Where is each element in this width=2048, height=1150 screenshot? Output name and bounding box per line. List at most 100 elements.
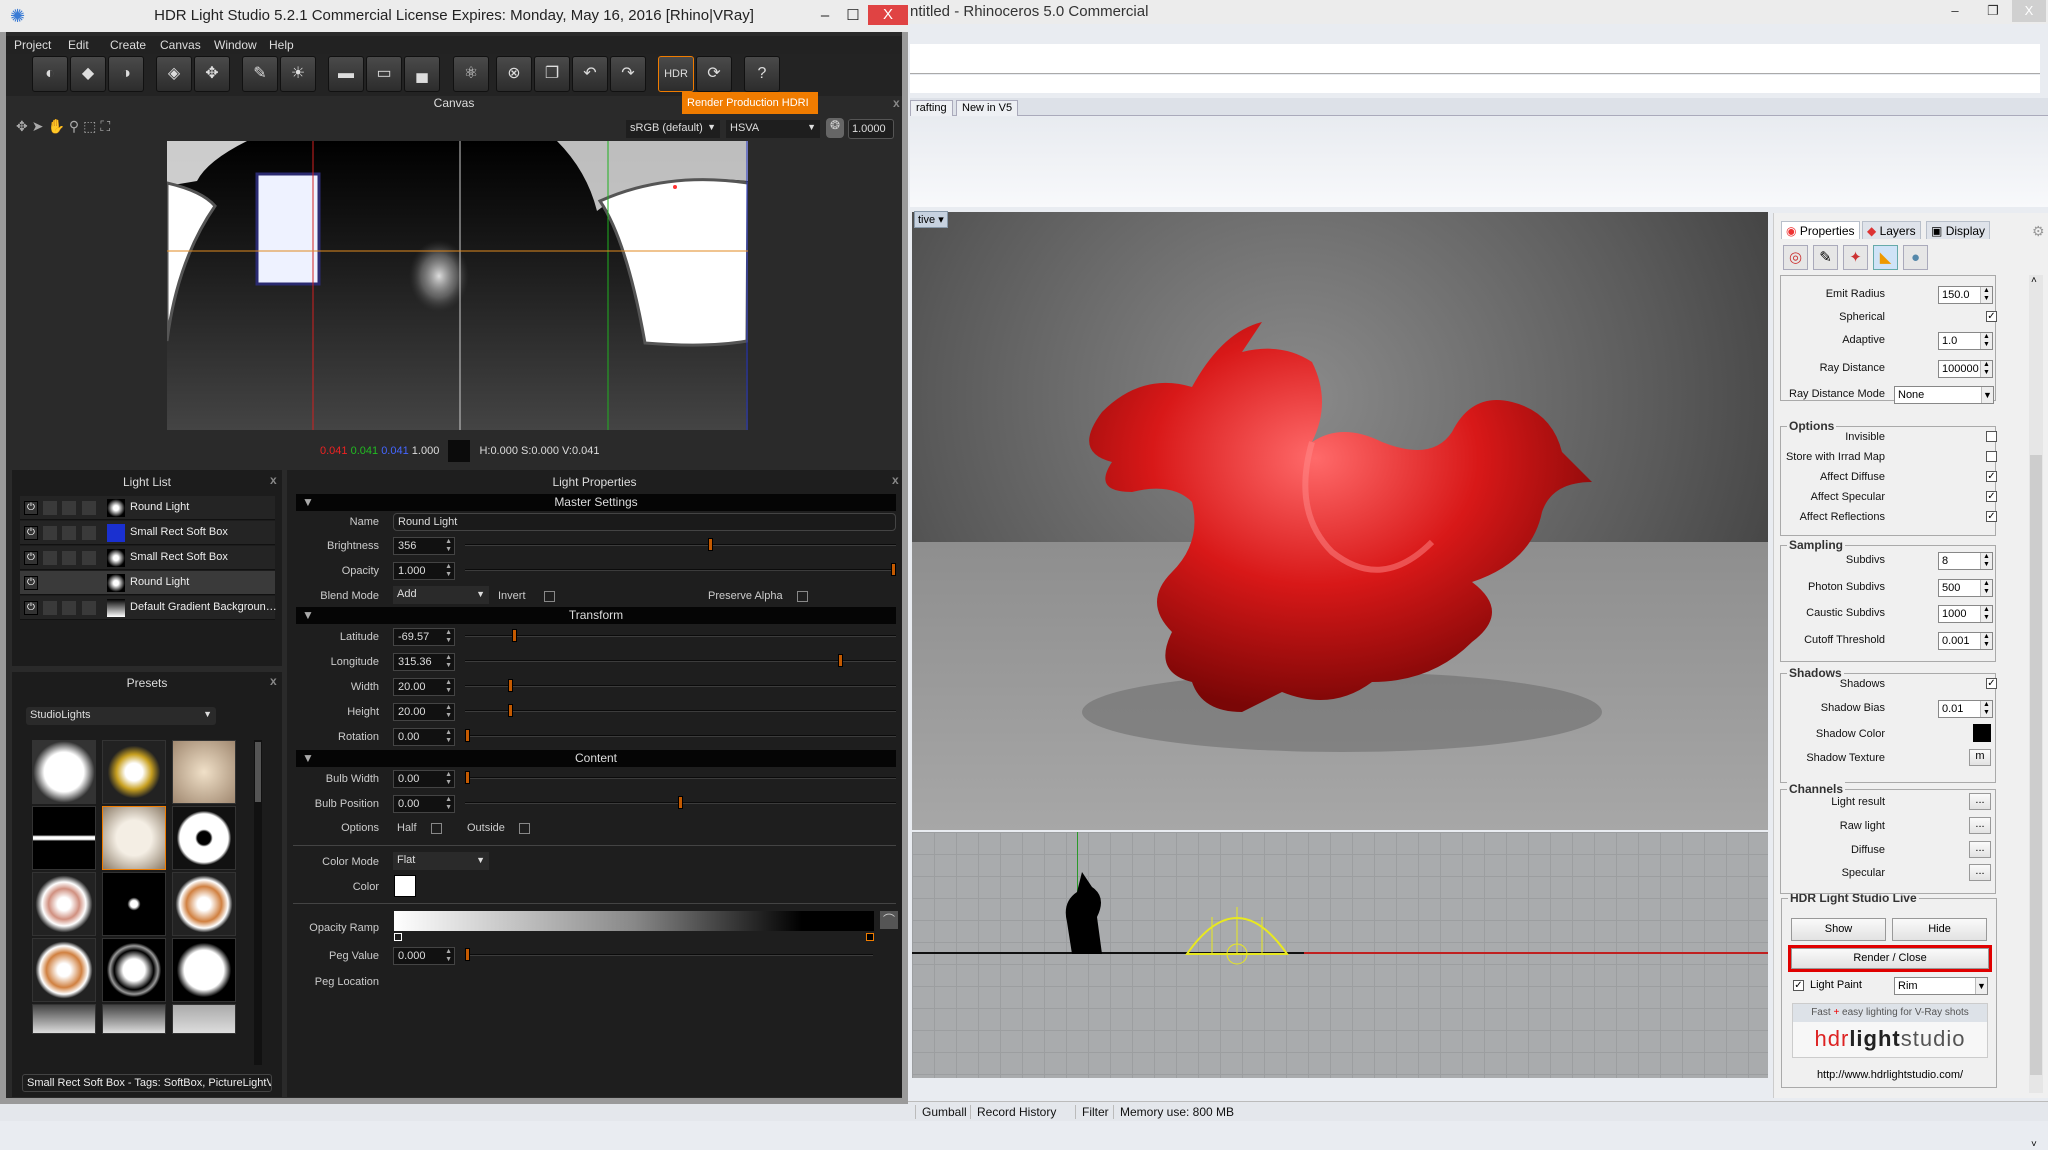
spinner-icon[interactable]: ▲ ▼ <box>1980 633 1992 649</box>
preset-thumbnail[interactable] <box>32 806 96 870</box>
select-tool-icon[interactable]: ➤ <box>32 118 48 134</box>
power-toggle-icon[interactable]: ⏻ <box>24 601 38 615</box>
collapse-triangle-icon[interactable]: ▼ <box>302 494 314 511</box>
latitude-slider[interactable] <box>465 629 896 642</box>
light-list-item[interactable]: ⏻ Default Gradient Backgroun… <box>20 596 277 620</box>
store-with-irrad-map-checkbox[interactable] <box>1986 451 1997 462</box>
blend-mode-select[interactable]: Add ▼ <box>393 586 489 604</box>
latitude-input[interactable]: -69.57 ▲ ▼ <box>393 628 455 646</box>
collapse-triangle-icon[interactable]: ▼ <box>302 750 314 767</box>
shadow-bias-input[interactable]: 0.01 ▲ ▼ <box>1938 700 1993 718</box>
spinner-icon[interactable]: ▲ ▼ <box>445 679 452 695</box>
peg-value-input[interactable]: 0.000 ▲ ▼ <box>393 947 455 965</box>
atom-icon[interactable]: ⚛ <box>453 56 489 92</box>
spinner-icon[interactable]: ▲ ▼ <box>445 948 452 964</box>
spinner-icon[interactable]: ▲ ▼ <box>445 563 452 579</box>
add-rect-light-icon[interactable]: ◆ <box>70 56 106 92</box>
solo-toggle-icon[interactable] <box>43 526 57 540</box>
dome-light-gizmo[interactable] <box>1182 902 1292 972</box>
master-settings-header[interactable]: ▼ Master Settings <box>296 494 896 511</box>
affect-reflections-checkbox[interactable]: ✓ <box>1986 511 1997 522</box>
lock-toggle-icon[interactable] <box>82 501 96 515</box>
slider-handle[interactable] <box>465 771 470 784</box>
shadow-color-swatch[interactable] <box>1973 724 1991 742</box>
hdri-canvas[interactable] <box>167 141 748 430</box>
subdivs-input[interactable]: 8 ▲ ▼ <box>1938 552 1993 570</box>
light-icon[interactable]: ◣ <box>1873 245 1898 270</box>
tab-new-in-v5[interactable]: New in V5 <box>956 100 1019 116</box>
hdr-icon[interactable]: HDR <box>658 56 694 92</box>
preset-category-select[interactable]: StudioLights ▼ <box>26 707 216 725</box>
menu-canvas[interactable]: Canvas <box>160 38 201 52</box>
select-toggle-icon[interactable] <box>62 576 76 590</box>
preset-thumbnail[interactable] <box>102 872 166 936</box>
ray-distance-input[interactable]: 100000 ▲ ▼ <box>1938 360 1993 378</box>
slider-handle[interactable] <box>707 538 713 551</box>
spinner-icon[interactable]: ▲ ▼ <box>445 796 452 812</box>
curve-editor-icon[interactable]: ⌒ <box>880 911 898 929</box>
menu-create[interactable]: Create <box>110 38 146 52</box>
record-history-toggle[interactable]: Record History <box>970 1105 1062 1119</box>
close-button[interactable]: X <box>868 5 908 25</box>
command-history[interactable] <box>910 44 2040 74</box>
ramp-peg-end[interactable] <box>866 933 874 941</box>
opacity-ramp[interactable] <box>394 911 874 931</box>
spinner-icon[interactable]: ▲ ▼ <box>1980 580 1992 596</box>
caustic-subdivs-input[interactable]: 1000 ▲ ▼ <box>1938 605 1993 623</box>
bulb-position-slider[interactable] <box>465 796 896 809</box>
longitude-input[interactable]: 315.36 ▲ ▼ <box>393 653 455 671</box>
gear-icon[interactable]: ⚙ <box>2032 223 2045 240</box>
lock-toggle-icon[interactable] <box>82 551 96 565</box>
front-viewport[interactable] <box>912 832 1768 1078</box>
scrollbar-thumb[interactable] <box>2030 455 2042 1075</box>
name-input[interactable]: Round Light <box>393 513 896 531</box>
rotation-input[interactable]: 0.00 ▲ ▼ <box>393 728 455 746</box>
add-pattern-light-icon[interactable]: ✥ <box>194 56 230 92</box>
invert-checkbox[interactable] <box>544 591 555 602</box>
spinner-icon[interactable]: ▲ ▼ <box>1980 553 1992 569</box>
solo-toggle-icon[interactable] <box>43 601 57 615</box>
lock-toggle-icon[interactable] <box>82 526 96 540</box>
invisible-checkbox[interactable] <box>1986 431 1997 442</box>
height-input[interactable]: 20.00 ▲ ▼ <box>393 703 455 721</box>
solo-toggle-icon[interactable] <box>43 501 57 515</box>
colorspace-select[interactable]: sRGB (default) ▼ <box>626 120 720 138</box>
width-input[interactable]: 20.00 ▲ ▼ <box>393 678 455 696</box>
minimize-button[interactable]: ‒ <box>812 0 838 32</box>
restore-button[interactable]: ❐ <box>1976 0 2010 22</box>
viewport-title[interactable]: tive ▾ <box>914 211 948 228</box>
show-button[interactable]: Show <box>1791 918 1886 941</box>
brightness-slider[interactable] <box>465 538 896 551</box>
pan-tool-icon[interactable]: ✋ <box>47 118 68 134</box>
command-line-input[interactable] <box>910 75 2040 93</box>
light-paint-mode-select[interactable]: Rim ▼ <box>1894 977 1988 995</box>
ramp-peg-start[interactable] <box>394 933 402 941</box>
slider-handle[interactable] <box>465 729 470 742</box>
slider-handle[interactable] <box>465 948 470 961</box>
scroll-up-icon[interactable]: ˄ <box>2031 275 2037 286</box>
diffuse-button[interactable]: ... <box>1969 841 1991 858</box>
rotation-slider[interactable] <box>465 729 896 742</box>
render-viewport[interactable] <box>912 212 1768 830</box>
zoom-region-icon[interactable]: ⬚ <box>83 118 100 134</box>
light-paint-checkbox[interactable]: ✓ <box>1793 980 1804 991</box>
close-panel-icon[interactable]: x <box>270 473 277 487</box>
light-list-item[interactable]: ⏻ Small Rect Soft Box <box>20 521 275 545</box>
hide-button[interactable]: Hide <box>1892 918 1987 941</box>
presets-scrollbar[interactable] <box>254 740 262 1065</box>
lock-toggle-icon[interactable] <box>82 601 96 615</box>
color-swatch-button[interactable] <box>394 875 416 897</box>
slider-handle[interactable] <box>838 654 844 667</box>
preset-thumbnail[interactable] <box>102 938 166 1002</box>
light-paint-icon[interactable]: ✎ <box>242 56 278 92</box>
width-slider[interactable] <box>465 679 896 692</box>
tab-properties[interactable]: ◉ Properties <box>1781 221 1860 239</box>
slider-handle[interactable] <box>511 629 517 642</box>
hdri-bg-icon[interactable]: ▭ <box>366 56 402 92</box>
preset-thumbnail[interactable] <box>172 740 236 804</box>
lock-toggle-icon[interactable] <box>82 576 96 590</box>
preset-thumbnail[interactable] <box>172 806 236 870</box>
close-panel-icon[interactable]: x <box>270 674 277 688</box>
outside-checkbox[interactable] <box>519 823 530 834</box>
filter-toggle[interactable]: Filter <box>1075 1105 1115 1119</box>
